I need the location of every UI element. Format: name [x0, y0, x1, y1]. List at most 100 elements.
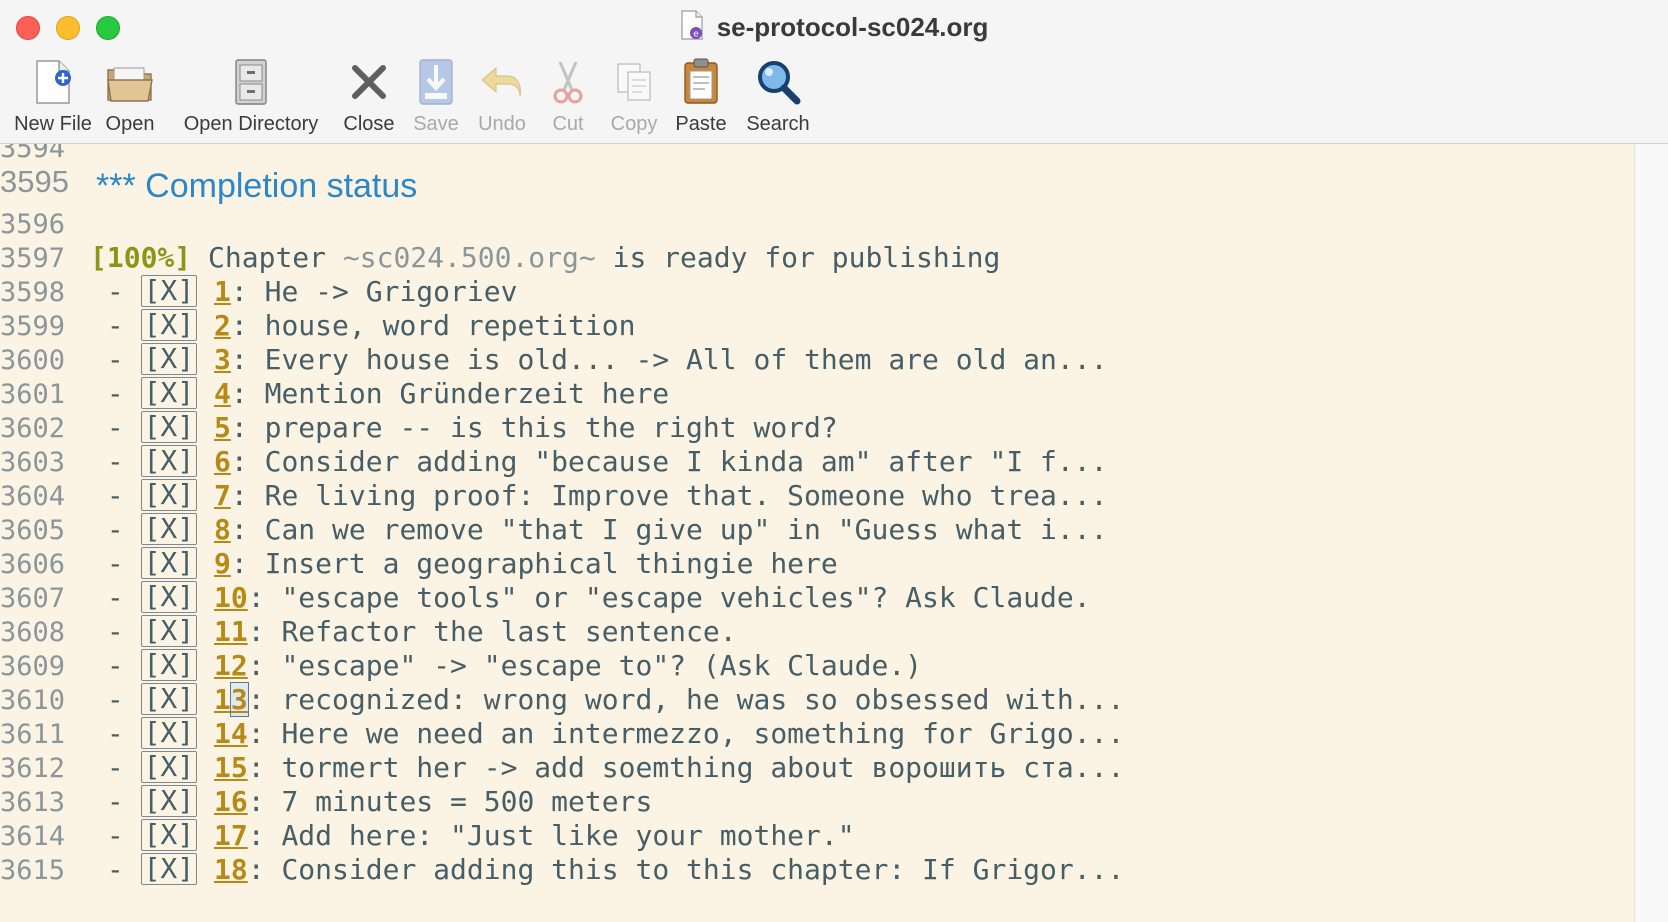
- file-cabinet-icon: [176, 54, 326, 110]
- checkbox[interactable]: [X]: [140, 581, 198, 613]
- editor-line[interactable]: 3596: [0, 206, 86, 242]
- line-content: - [X] 15: tormert her -> add soemthing a…: [90, 750, 1124, 786]
- status-text: is ready for publishing: [595, 241, 1001, 274]
- open-directory-label: Open Directory: [183, 113, 319, 135]
- editor-line[interactable]: 3599 - [X] 2: house, word repetition: [0, 308, 635, 344]
- line-content: - [X] 12: "escape" -> "escape to"? (Ask …: [90, 648, 922, 684]
- list-bullet: -: [90, 309, 141, 342]
- search-label: Search: [746, 113, 810, 135]
- footnote-link[interactable]: 9: [214, 547, 231, 580]
- checkbox[interactable]: [X]: [140, 547, 198, 579]
- vertical-scrollbar[interactable]: [1634, 144, 1668, 922]
- close-button[interactable]: Close: [336, 54, 402, 136]
- checkbox[interactable]: [X]: [140, 853, 198, 885]
- checkbox[interactable]: [X]: [140, 513, 198, 545]
- list-bullet: -: [90, 615, 141, 648]
- editor-line[interactable]: 3604 - [X] 7: Re living proof: Improve t…: [0, 478, 1107, 514]
- item-text: : Insert a geographical thingie here: [230, 547, 838, 580]
- editor-line[interactable]: 3601 - [X] 4: Mention Gründerzeit here: [0, 376, 669, 412]
- footnote-link[interactable]: 7: [214, 479, 231, 512]
- save-icon: [408, 54, 464, 110]
- line-content: - [X] 4: Mention Gründerzeit here: [90, 376, 669, 412]
- checkbox[interactable]: [X]: [140, 479, 198, 511]
- editor-line[interactable]: 3603 - [X] 6: Consider adding "because I…: [0, 444, 1107, 480]
- footnote-link[interactable]: 17: [214, 819, 248, 852]
- search-button[interactable]: Search: [740, 54, 816, 136]
- item-text: : Every house is old... -> All of them a…: [230, 343, 1108, 376]
- checkbox[interactable]: [X]: [140, 751, 198, 783]
- footnote-link[interactable]: 13: [214, 682, 249, 717]
- footnote-link[interactable]: 2: [214, 309, 231, 342]
- footnote-link[interactable]: 10: [214, 581, 248, 614]
- checkbox[interactable]: [X]: [140, 343, 198, 375]
- checkbox[interactable]: [X]: [140, 785, 198, 817]
- editor-line[interactable]: 3605 - [X] 8: Can we remove "that I give…: [0, 512, 1107, 548]
- footnote-link[interactable]: 18: [214, 853, 248, 886]
- list-bullet: -: [90, 275, 141, 308]
- footnote-link[interactable]: 3: [214, 343, 231, 376]
- checkbox[interactable]: [X]: [140, 649, 198, 681]
- editor-line[interactable]: 3615 - [X] 18: Consider adding this to t…: [0, 852, 1124, 888]
- editor-line[interactable]: 3600 - [X] 3: Every house is old... -> A…: [0, 342, 1107, 378]
- footnote-link[interactable]: 5: [214, 411, 231, 444]
- editor-line[interactable]: 3613 - [X] 16: 7 minutes = 500 meters: [0, 784, 652, 820]
- copy-button[interactable]: Copy: [602, 54, 666, 136]
- editor-line[interactable]: 3612 - [X] 15: tormert her -> add soemth…: [0, 750, 1124, 786]
- line-number: 3605: [0, 515, 66, 546]
- checkbox[interactable]: [X]: [140, 445, 198, 477]
- editor-line[interactable]: 3607 - [X] 10: "escape tools" or "escape…: [0, 580, 1091, 616]
- editor-line[interactable]: 3602 - [X] 5: prepare -- is this the rig…: [0, 410, 838, 446]
- new-file-button[interactable]: New File: [8, 54, 98, 136]
- list-bullet: -: [90, 479, 141, 512]
- checkbox[interactable]: [X]: [140, 683, 198, 715]
- editor-line[interactable]: 3610 - [X] 13: recognized: wrong word, h…: [0, 682, 1124, 718]
- footnote-link[interactable]: 8: [214, 513, 231, 546]
- editor-line[interactable]: 3608 - [X] 11: Refactor the last sentenc…: [0, 614, 737, 650]
- save-button[interactable]: Save: [408, 54, 464, 136]
- footnote-link[interactable]: 1: [214, 275, 231, 308]
- org-heading: *** Completion status: [96, 167, 417, 205]
- text-editor[interactable]: 3594 3595 *** Completion status 3596 3597 [10…: [0, 144, 1634, 922]
- cut-button[interactable]: Cut: [540, 54, 596, 136]
- undo-button[interactable]: Undo: [470, 54, 534, 136]
- editor-line[interactable]: 3611 - [X] 14: Here we need an intermezz…: [0, 716, 1124, 752]
- line-number: 3607: [0, 583, 66, 614]
- line-number: 3608: [0, 617, 66, 648]
- line-content: - [X] 13: recognized: wrong word, he was…: [90, 682, 1124, 718]
- editor-line[interactable]: 3597 [100%] Chapter ~sc024.500.org~ is re…: [0, 240, 1000, 276]
- checkbox[interactable]: [X]: [140, 717, 198, 749]
- list-bullet: -: [90, 377, 141, 410]
- checkbox[interactable]: [X]: [140, 309, 198, 341]
- line-content: - [X] 9: Insert a geographical thingie h…: [90, 546, 838, 582]
- checkbox[interactable]: [X]: [140, 275, 198, 307]
- line-content: - [X] 3: Every house is old... -> All of…: [90, 342, 1107, 378]
- editor-line[interactable]: 3595 *** Completion status: [0, 164, 417, 208]
- item-text: : Refactor the last sentence.: [247, 615, 737, 648]
- item-text: : tormert her -> add soemthing about вор…: [247, 751, 1125, 784]
- editor-line[interactable]: 3598 - [X] 1: He -> Grigoriev: [0, 274, 517, 310]
- open-directory-button[interactable]: Open Directory: [176, 54, 326, 136]
- list-bullet: -: [90, 853, 141, 886]
- checkbox[interactable]: [X]: [140, 819, 198, 851]
- paste-button[interactable]: Paste: [670, 54, 732, 136]
- checkbox[interactable]: [X]: [140, 377, 198, 409]
- line-content: - [X] 1: He -> Grigoriev: [90, 274, 517, 310]
- editor-line[interactable]: 3614 - [X] 17: Add here: "Just like your…: [0, 818, 855, 854]
- checkbox[interactable]: [X]: [140, 411, 198, 443]
- footnote-link[interactable]: 6: [214, 445, 231, 478]
- editor-line[interactable]: 3609 - [X] 12: "escape" -> "escape to"? …: [0, 648, 922, 684]
- open-button[interactable]: Open: [100, 54, 160, 136]
- line-number: 3602: [0, 413, 66, 444]
- footnote-link[interactable]: 12: [214, 649, 248, 682]
- footnote-link[interactable]: 11: [214, 615, 248, 648]
- line-number: 3614: [0, 821, 66, 852]
- checkbox[interactable]: [X]: [140, 615, 198, 647]
- list-bullet: -: [90, 513, 141, 546]
- editor-line[interactable]: 3606 - [X] 9: Insert a geographical thin…: [0, 546, 838, 582]
- footnote-link[interactable]: 14: [214, 717, 248, 750]
- editor-line[interactable]: 3594: [0, 144, 86, 166]
- footnote-link[interactable]: 16: [214, 785, 248, 818]
- footnote-link[interactable]: 4: [214, 377, 231, 410]
- copy-icon: [602, 54, 666, 110]
- footnote-link[interactable]: 15: [214, 751, 248, 784]
